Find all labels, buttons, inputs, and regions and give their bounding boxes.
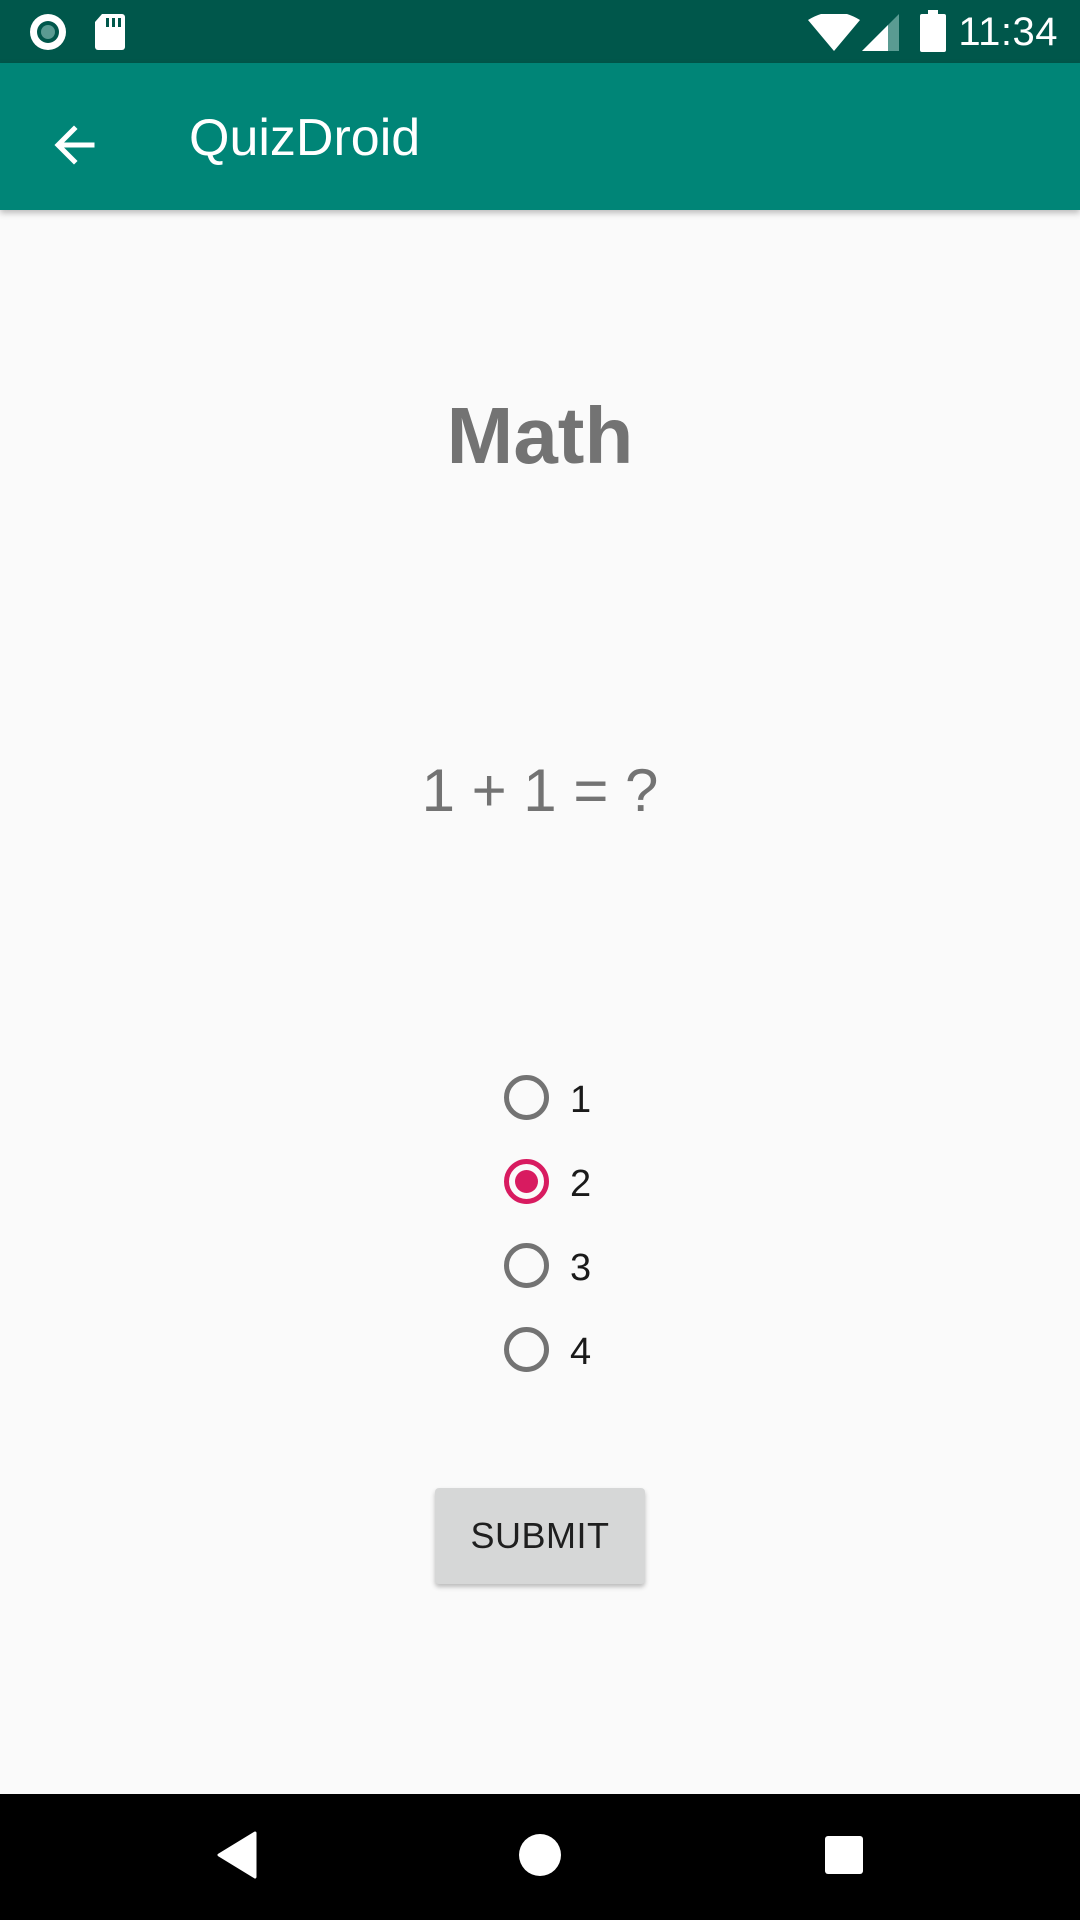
battery-icon <box>920 10 946 57</box>
answer-label: 2 <box>570 1163 592 1205</box>
submit-button[interactable]: SUBMIT <box>435 1488 645 1584</box>
nav-back-icon <box>215 1831 259 1884</box>
nav-home-icon <box>518 1833 562 1882</box>
app-bar: QuizDroid <box>0 63 1080 210</box>
answer-label: 4 <box>570 1331 592 1373</box>
navigation-bar <box>0 1794 1080 1920</box>
answer-option-3[interactable]: 3 <box>500 1228 700 1312</box>
back-button[interactable] <box>30 103 118 191</box>
cell-signal-icon <box>862 14 900 57</box>
answer-label: 1 <box>570 1079 592 1121</box>
topic-title: Math <box>446 391 634 480</box>
status-time: 11:34 <box>958 10 1058 54</box>
status-bar: 11:34 <box>0 0 1080 63</box>
arrow-back-icon <box>50 121 98 174</box>
sd-card-icon <box>94 12 126 57</box>
answer-label: 3 <box>570 1247 592 1289</box>
answer-option-1[interactable]: 1 <box>500 1060 700 1144</box>
radio-button[interactable] <box>504 1327 549 1372</box>
answer-radio-group: 1 2 3 4 <box>500 1060 700 1396</box>
wifi-icon <box>808 12 860 57</box>
nav-recents-button[interactable] <box>764 1794 924 1920</box>
question-text: 1 + 1 = ? <box>421 757 659 824</box>
nav-back-button[interactable] <box>157 1794 317 1920</box>
nav-recents-icon <box>824 1835 864 1880</box>
answer-option-2[interactable]: 2 <box>500 1144 700 1228</box>
radio-button[interactable] <box>504 1075 549 1120</box>
answer-option-4[interactable]: 4 <box>500 1312 700 1396</box>
radio-button-selected[interactable] <box>504 1159 549 1204</box>
nav-home-button[interactable] <box>460 1794 620 1920</box>
app-title: QuizDroid <box>189 109 421 167</box>
radio-button[interactable] <box>504 1243 549 1288</box>
record-icon <box>28 12 68 57</box>
